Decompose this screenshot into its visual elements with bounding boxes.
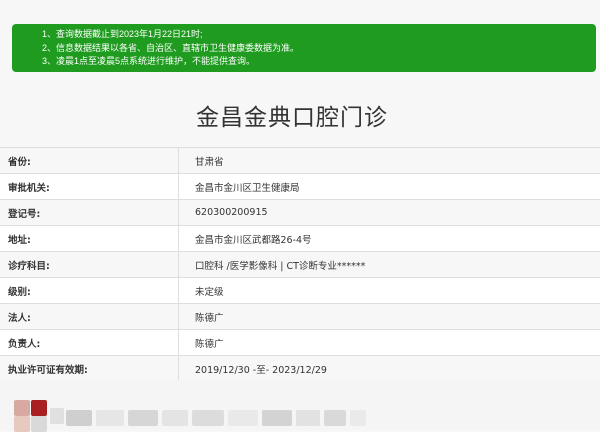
blurred-block bbox=[96, 410, 124, 426]
table-row: 地址: 金昌市金川区武都路26-4号 bbox=[0, 226, 600, 252]
row-label-province: 省份: bbox=[0, 148, 179, 174]
row-label-license-validity: 执业许可证有效期: bbox=[0, 356, 179, 382]
table-row: 登记号: 620300200915 bbox=[0, 200, 600, 226]
table-row: 负责人: 陈德广 bbox=[0, 330, 600, 356]
table-row: 级别: 未定级 bbox=[0, 278, 600, 304]
row-label-level: 级别: bbox=[0, 278, 179, 304]
blurred-block bbox=[262, 410, 292, 426]
row-label-person-in-charge: 负责人: bbox=[0, 330, 179, 356]
row-label-legal-person: 法人: bbox=[0, 304, 179, 330]
blurred-block bbox=[162, 410, 188, 426]
notice-line-2: 2、信息数据结果以各省、自治区、直辖市卫生健康委数据为准。 bbox=[42, 42, 596, 56]
row-label-approval-authority: 审批机关: bbox=[0, 174, 179, 200]
blurred-block bbox=[324, 410, 346, 426]
blurred-block bbox=[192, 410, 224, 426]
row-value-person-in-charge: 陈德广 bbox=[179, 330, 600, 356]
blurred-block bbox=[31, 400, 47, 416]
table-row: 审批机关: 金昌市金川区卫生健康局 bbox=[0, 174, 600, 200]
row-value-registration-number: 620300200915 bbox=[179, 200, 600, 226]
row-label-registration-number: 登记号: bbox=[0, 200, 179, 226]
notice-line-3: 3、凌晨1点至凌晨5点系统进行维护，不能提供查询。 bbox=[42, 55, 596, 69]
row-label-address: 地址: bbox=[0, 226, 179, 252]
table-row: 执业许可证有效期: 2019/12/30 -至- 2023/12/29 bbox=[0, 356, 600, 382]
row-value-approval-authority: 金昌市金川区卫生健康局 bbox=[179, 174, 600, 200]
blurred-block bbox=[50, 408, 64, 424]
row-value-legal-person: 陈德广 bbox=[179, 304, 600, 330]
row-value-license-validity: 2019/12/30 -至- 2023/12/29 bbox=[179, 356, 600, 382]
blurred-block bbox=[128, 410, 158, 426]
row-value-province: 甘肃省 bbox=[179, 148, 600, 174]
blurred-block bbox=[228, 410, 258, 426]
blurred-footer bbox=[0, 380, 600, 430]
row-label-departments: 诊疗科目: bbox=[0, 252, 179, 278]
page-title: 金昌金典口腔门诊 bbox=[0, 98, 600, 132]
notice-line-1: 1、查询数据截止到2023年1月22日21时; bbox=[42, 28, 596, 42]
row-value-address: 金昌市金川区武都路26-4号 bbox=[179, 226, 600, 252]
blurred-block bbox=[350, 410, 366, 426]
blurred-block bbox=[296, 410, 320, 426]
row-value-departments: 口腔科 /医学影像科 | CT诊断专业****** bbox=[179, 252, 600, 278]
table-row: 法人: 陈德广 bbox=[0, 304, 600, 330]
table-row: 诊疗科目: 口腔科 /医学影像科 | CT诊断专业****** bbox=[0, 252, 600, 278]
notice-banner: 1、查询数据截止到2023年1月22日21时; 2、信息数据结果以各省、自治区、… bbox=[12, 24, 596, 72]
blurred-block bbox=[14, 400, 30, 416]
table-row: 省份: 甘肃省 bbox=[0, 148, 600, 174]
row-value-level: 未定级 bbox=[179, 278, 600, 304]
blurred-block bbox=[66, 410, 92, 426]
info-table: 省份: 甘肃省 审批机关: 金昌市金川区卫生健康局 登记号: 620300200… bbox=[0, 147, 600, 382]
